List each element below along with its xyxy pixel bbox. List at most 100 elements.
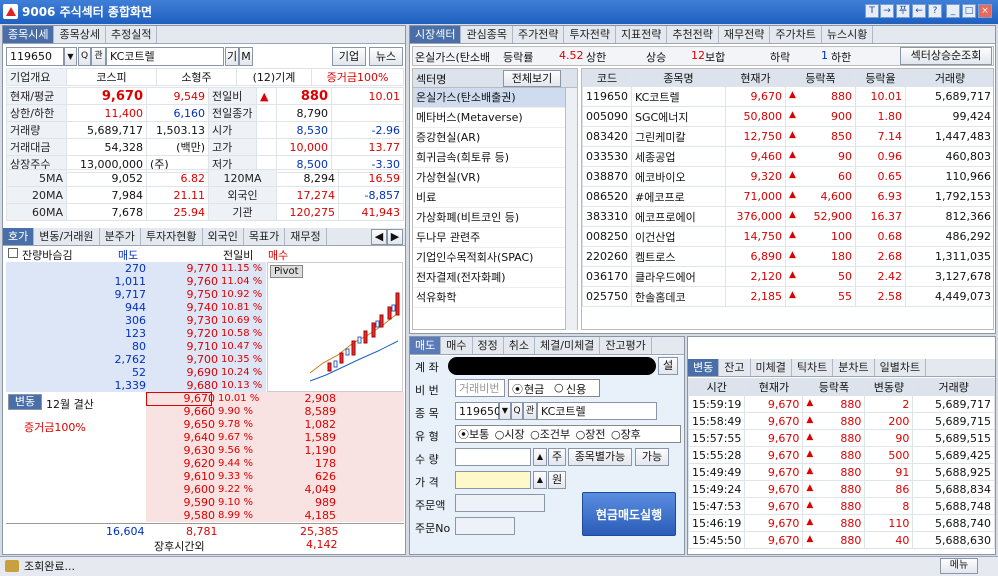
tab-cancel[interactable]: 취소 bbox=[504, 337, 535, 354]
gi-button[interactable]: 기 bbox=[225, 47, 239, 66]
change-button[interactable]: 변동 bbox=[8, 394, 42, 410]
search-icon[interactable]: Q bbox=[78, 47, 91, 66]
ask-price[interactable]: 9,740 bbox=[172, 301, 219, 314]
order-code-input[interactable]: 119650 bbox=[455, 402, 501, 420]
tab-price-strategy[interactable]: 주가전략 bbox=[513, 26, 565, 43]
ask-price[interactable]: 9,680 bbox=[172, 379, 219, 392]
sector-item[interactable]: 가상현실(VR) bbox=[413, 168, 565, 188]
sector-item[interactable]: 메타버스(Metaverse) bbox=[413, 108, 565, 128]
sector-item[interactable]: 가상화폐(비트코인 등) bbox=[413, 208, 565, 228]
qty-available-button[interactable]: 가능 bbox=[635, 448, 669, 466]
tab-finance-strategy[interactable]: 재무전략 bbox=[719, 26, 771, 43]
bid-row[interactable]: 9,630 9.56 % 1,190 bbox=[146, 444, 404, 457]
bid-price[interactable]: 9,610 bbox=[169, 470, 216, 483]
arrow-button[interactable]: → bbox=[880, 4, 894, 18]
sector-item[interactable]: 희귀금속(희토류 등) bbox=[413, 148, 565, 168]
ask-row[interactable]: 9,717 9,750 10.92 % bbox=[6, 288, 268, 301]
menu-button[interactable]: 메뉴 bbox=[940, 558, 978, 574]
col-rate[interactable]: 등락율 bbox=[855, 69, 906, 87]
tab-investor[interactable]: 투자자현황 bbox=[141, 228, 203, 245]
stock-row[interactable]: 005090 SGC에너지 50,800 ▲ 900 1.80 99,424 bbox=[582, 106, 993, 127]
type-market-radio[interactable]: ○ bbox=[495, 428, 505, 441]
password-input[interactable]: 거래비번 bbox=[455, 379, 505, 397]
view-all-button[interactable]: 전체보기 bbox=[503, 70, 561, 87]
stock-row[interactable]: 383310 에코프로에이 376,000 ▲ 52,900 16.37 812,366 bbox=[582, 206, 993, 227]
ask-row[interactable]: 1,011 9,760 11.04 % bbox=[6, 275, 268, 288]
ask-row[interactable]: 944 9,740 10.81 % bbox=[6, 301, 268, 314]
trade-row[interactable]: 15:46:19 9,670 ▲ 880 110 5,688,740 bbox=[687, 514, 995, 532]
news-button[interactable]: 뉴스 bbox=[369, 47, 403, 66]
stock-row[interactable]: 025750 한솔홈데코 2,185 ▲ 55 2.58 4,449,073 bbox=[582, 286, 993, 307]
tab-finance[interactable]: 재무정 bbox=[285, 228, 327, 245]
tab-hoga[interactable]: 호가 bbox=[3, 228, 35, 245]
account-settings-button[interactable]: 설 bbox=[658, 357, 678, 375]
ask-row[interactable]: 2,762 9,700 10.35 % bbox=[6, 353, 268, 366]
tab-market-sector[interactable]: 시장섹터 bbox=[410, 26, 462, 43]
bid-row[interactable]: 9,660 9.90 % 8,589 bbox=[146, 405, 404, 418]
ask-row[interactable]: 270 9,770 11.15 % bbox=[6, 262, 268, 275]
minimize-button[interactable]: _ bbox=[946, 4, 960, 18]
ask-price[interactable]: 9,700 bbox=[172, 353, 219, 366]
order-search-icon[interactable]: Q bbox=[511, 402, 523, 420]
bid-price[interactable]: 9,640 bbox=[169, 431, 216, 444]
sector-item[interactable]: 증강현실(AR) bbox=[413, 128, 565, 148]
stock-row[interactable]: 008250 이건산업 14,750 ▲ 100 0.68 486,292 bbox=[582, 226, 993, 247]
bid-row[interactable]: 9,640 9.67 % 1,589 bbox=[146, 431, 404, 444]
stock-code-input[interactable]: 119650 bbox=[6, 47, 64, 66]
bid-price[interactable]: 9,630 bbox=[169, 444, 216, 457]
tab-sell[interactable]: 매도 bbox=[410, 337, 442, 354]
type-premarket-radio[interactable]: ○ bbox=[576, 428, 586, 441]
bid-price[interactable]: 9,590 bbox=[169, 496, 216, 509]
tab-minute-price[interactable]: 분주가 bbox=[100, 228, 141, 245]
sector-item[interactable]: 온실가스(탄소배출권) bbox=[413, 88, 565, 108]
tab-index-strategy[interactable]: 지표전략 bbox=[616, 26, 668, 43]
execute-sell-button[interactable]: 현금매도실행 bbox=[582, 492, 676, 536]
tab-estimate[interactable]: 추정실적 bbox=[106, 26, 158, 43]
type-normal-radio[interactable]: ⦿ bbox=[458, 428, 469, 441]
ask-row[interactable]: 80 9,710 10.47 % bbox=[6, 340, 268, 353]
tab-price-chart[interactable]: 주가차트 bbox=[770, 26, 822, 43]
credit-radio[interactable]: ○ bbox=[554, 381, 564, 394]
order-code-dropdown-icon[interactable]: ▼ bbox=[499, 402, 511, 420]
company-button[interactable]: 기업 bbox=[332, 47, 366, 66]
tab-balance[interactable]: 잔고평가 bbox=[600, 337, 652, 354]
col-change[interactable]: 등락폭 bbox=[785, 69, 856, 87]
tab-trades-unfilled[interactable]: 미체결 bbox=[751, 359, 792, 376]
stock-row[interactable]: 036170 클라우드에어 2,120 ▲ 50 2.42 3,127,678 bbox=[582, 266, 993, 287]
tab-tick-chart[interactable]: 틱차트 bbox=[792, 359, 834, 376]
tab-change-broker[interactable]: 변동/거래원 bbox=[34, 228, 100, 245]
stock-row[interactable]: 086520 #에코프로 71,000 ▲ 4,600 6.93 1,792,153 bbox=[582, 186, 993, 207]
qty-input[interactable] bbox=[455, 448, 531, 466]
trade-row[interactable]: 15:45:50 9,670 ▲ 880 40 5,688,630 bbox=[687, 531, 995, 549]
tab-trades-balance[interactable]: 잔고 bbox=[719, 359, 751, 376]
bid-row[interactable]: 9,580 8.99 % 4,185 bbox=[146, 509, 404, 522]
ask-price[interactable]: 9,720 bbox=[172, 327, 219, 340]
tab-target[interactable]: 목표가 bbox=[244, 228, 286, 245]
ask-price[interactable]: 9,710 bbox=[172, 340, 219, 353]
bid-price[interactable]: 9,650 bbox=[169, 418, 216, 431]
ask-price[interactable]: 9,770 bbox=[172, 262, 219, 275]
col-name[interactable]: 종목명 bbox=[631, 69, 726, 87]
trade-row[interactable]: 15:49:49 9,670 ▲ 880 91 5,688,925 bbox=[687, 463, 995, 481]
ask-price[interactable]: 9,750 bbox=[172, 288, 219, 301]
ask-row[interactable]: 52 9,690 10.24 % bbox=[6, 366, 268, 379]
tab-invest-strategy[interactable]: 투자전략 bbox=[564, 26, 616, 43]
bid-row[interactable]: 9,600 9.22 % 4,049 bbox=[146, 483, 404, 496]
col-volume[interactable]: 거래량 bbox=[905, 69, 993, 87]
col-price[interactable]: 현재가 bbox=[725, 69, 786, 87]
tab-fills[interactable]: 체결/미체결 bbox=[535, 337, 601, 354]
bid-row[interactable]: 9,620 9.44 % 178 bbox=[146, 457, 404, 470]
type-conditional-radio[interactable]: ○ bbox=[530, 428, 540, 441]
col-code[interactable]: 코드 bbox=[582, 69, 632, 87]
trade-row[interactable]: 15:57:55 9,670 ▲ 880 90 5,689,515 bbox=[687, 429, 995, 447]
stock-row[interactable]: 038870 에코바이오 9,320 ▲ 60 0.65 110,966 bbox=[582, 166, 993, 187]
bid-price[interactable]: 9,600 bbox=[169, 483, 216, 496]
help-button[interactable]: ? bbox=[928, 4, 942, 18]
tab-news[interactable]: 뉴스시황 bbox=[822, 26, 874, 43]
tab-minute-chart[interactable]: 분차트 bbox=[833, 359, 875, 376]
trade-row[interactable]: 15:59:19 9,670 ▲ 880 2 5,689,717 bbox=[687, 395, 995, 413]
bid-price[interactable]: 9,580 bbox=[169, 509, 216, 522]
tab-stock-quote[interactable]: 종목시세 bbox=[3, 26, 55, 43]
qty-unit-button[interactable]: 주 bbox=[548, 448, 566, 466]
sector-item[interactable]: 비료 bbox=[413, 188, 565, 208]
